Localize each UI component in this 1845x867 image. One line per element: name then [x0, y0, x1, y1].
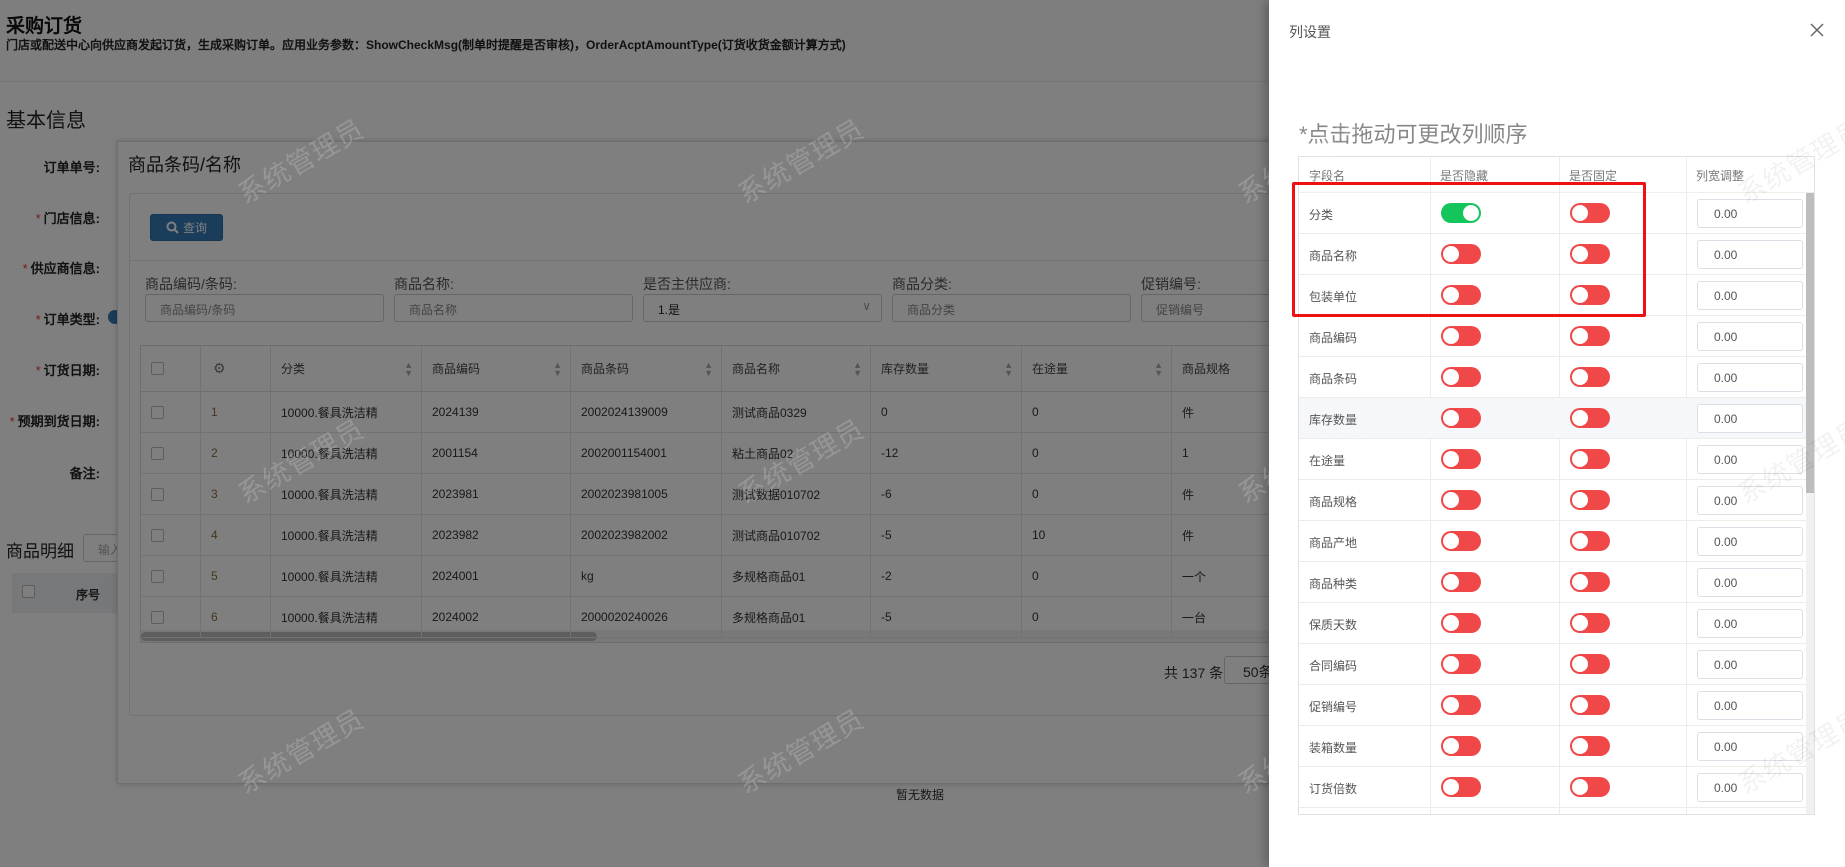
fixed-toggle[interactable]: [1570, 531, 1610, 551]
column-setting-row[interactable]: 保质天数 0.00: [1299, 603, 1807, 644]
field-name: 订货倍数: [1309, 782, 1358, 796]
hidden-toggle[interactable]: [1441, 572, 1481, 592]
drawer-title: 列设置: [1289, 24, 1331, 40]
hidden-toggle[interactable]: [1441, 326, 1481, 346]
hidden-toggle[interactable]: [1441, 613, 1481, 633]
column-width-input[interactable]: 0.00: [1697, 691, 1803, 720]
column-width-input[interactable]: 0.00: [1697, 240, 1803, 269]
field-name: 在途量: [1309, 454, 1346, 468]
fixed-toggle[interactable]: [1570, 367, 1610, 387]
field-name: 商品规格: [1309, 495, 1358, 509]
field-name: 商品产地: [1309, 536, 1358, 550]
column-setting-row[interactable]: 商品种类 0.00: [1299, 562, 1807, 603]
fixed-toggle[interactable]: [1570, 695, 1610, 715]
column-width-input[interactable]: 0.00: [1697, 363, 1803, 392]
column-width-input[interactable]: 0.00: [1697, 568, 1803, 597]
column-setting-row[interactable]: 商品产地 0.00: [1299, 521, 1807, 562]
column-width-input[interactable]: 0.00: [1697, 404, 1803, 433]
vertical-scrollbar[interactable]: [1806, 193, 1814, 814]
column-setting-row[interactable]: 在途量 0.00: [1299, 439, 1807, 480]
column-setting-row[interactable]: 商品条码 0.00: [1299, 357, 1807, 398]
hidden-toggle[interactable]: [1441, 490, 1481, 510]
hidden-toggle[interactable]: [1441, 285, 1481, 305]
column-width-input[interactable]: 0.00: [1697, 199, 1803, 228]
hidden-toggle[interactable]: [1441, 203, 1481, 223]
field-name: 分类: [1309, 208, 1334, 222]
column-width-input[interactable]: 0.00: [1697, 281, 1803, 310]
column-width-input[interactable]: 0.00: [1697, 486, 1803, 515]
close-icon: [1810, 23, 1824, 37]
fixed-toggle[interactable]: [1570, 736, 1610, 756]
column-setting-row[interactable]: 分类 0.00: [1299, 193, 1807, 234]
column-setting-row[interactable]: 商品规格 0.00: [1299, 480, 1807, 521]
hidden-toggle[interactable]: [1441, 654, 1481, 674]
fixed-toggle[interactable]: [1570, 490, 1610, 510]
column-setting-row[interactable]: [1299, 808, 1807, 814]
field-name: 商品名称: [1309, 249, 1358, 263]
header-fixed: 是否固定: [1569, 169, 1618, 183]
fixed-toggle[interactable]: [1570, 613, 1610, 633]
fixed-toggle[interactable]: [1570, 449, 1610, 469]
column-setting-row[interactable]: 商品编码 0.00: [1299, 316, 1807, 357]
column-width-input[interactable]: 0.00: [1697, 609, 1803, 638]
column-settings-header: 字段名 是否隐藏 是否固定 列宽调整: [1299, 157, 1814, 193]
hidden-toggle[interactable]: [1441, 695, 1481, 715]
fixed-toggle[interactable]: [1570, 408, 1610, 428]
field-name: 合同编码: [1309, 659, 1358, 673]
hidden-toggle[interactable]: [1441, 777, 1481, 797]
column-width-input[interactable]: 0.00: [1697, 732, 1803, 761]
hidden-toggle[interactable]: [1441, 367, 1481, 387]
column-setting-row[interactable]: 促销编号 0.00: [1299, 685, 1807, 726]
column-width-input[interactable]: 0.00: [1697, 650, 1803, 679]
column-setting-row[interactable]: 装箱数量 0.00: [1299, 726, 1807, 767]
close-button[interactable]: [1805, 18, 1829, 42]
column-setting-row[interactable]: 订货倍数 0.00: [1299, 767, 1807, 808]
column-setting-row[interactable]: 库存数量 0.00: [1299, 398, 1807, 439]
drag-hint: *点击拖动可更改列顺序: [1299, 122, 1528, 147]
column-setting-row[interactable]: 合同编码 0.00: [1299, 644, 1807, 685]
fixed-toggle[interactable]: [1570, 244, 1610, 264]
column-setting-row[interactable]: 包装单位 0.00: [1299, 275, 1807, 316]
field-name: 库存数量: [1309, 413, 1358, 427]
field-name: 装箱数量: [1309, 741, 1358, 755]
header-width: 列宽调整: [1696, 169, 1745, 183]
column-settings-drawer: 列设置 *点击拖动可更改列顺序 字段名 是否隐藏 是否固定 列宽调整 分类 0.0…: [1269, 0, 1845, 867]
hidden-toggle[interactable]: [1441, 736, 1481, 756]
field-name: 保质天数: [1309, 618, 1358, 632]
field-name: 促销编号: [1309, 700, 1358, 714]
field-name: 包装单位: [1309, 290, 1358, 304]
hidden-toggle[interactable]: [1441, 244, 1481, 264]
hidden-toggle[interactable]: [1441, 408, 1481, 428]
hidden-toggle[interactable]: [1441, 449, 1481, 469]
column-setting-row[interactable]: 商品名称 0.00: [1299, 234, 1807, 275]
fixed-toggle[interactable]: [1570, 654, 1610, 674]
column-width-input[interactable]: 0.00: [1697, 445, 1803, 474]
field-name: 商品编码: [1309, 331, 1358, 345]
fixed-toggle[interactable]: [1570, 777, 1610, 797]
fixed-toggle[interactable]: [1570, 203, 1610, 223]
column-width-input[interactable]: 0.00: [1697, 773, 1803, 802]
field-name: 商品条码: [1309, 372, 1358, 386]
header-hidden: 是否隐藏: [1440, 169, 1489, 183]
fixed-toggle[interactable]: [1570, 285, 1610, 305]
column-width-input[interactable]: 0.00: [1697, 322, 1803, 351]
column-width-input[interactable]: 0.00: [1697, 527, 1803, 556]
field-name: 商品种类: [1309, 577, 1358, 591]
scrollbar-thumb[interactable]: [1806, 193, 1814, 493]
column-settings-table: 字段名 是否隐藏 是否固定 列宽调整 分类 0.00 商品名称 0.00 包装单位 0.0…: [1298, 156, 1815, 815]
hidden-toggle[interactable]: [1441, 531, 1481, 551]
fixed-toggle[interactable]: [1570, 326, 1610, 346]
fixed-toggle[interactable]: [1570, 572, 1610, 592]
header-field-name: 字段名: [1309, 169, 1346, 183]
